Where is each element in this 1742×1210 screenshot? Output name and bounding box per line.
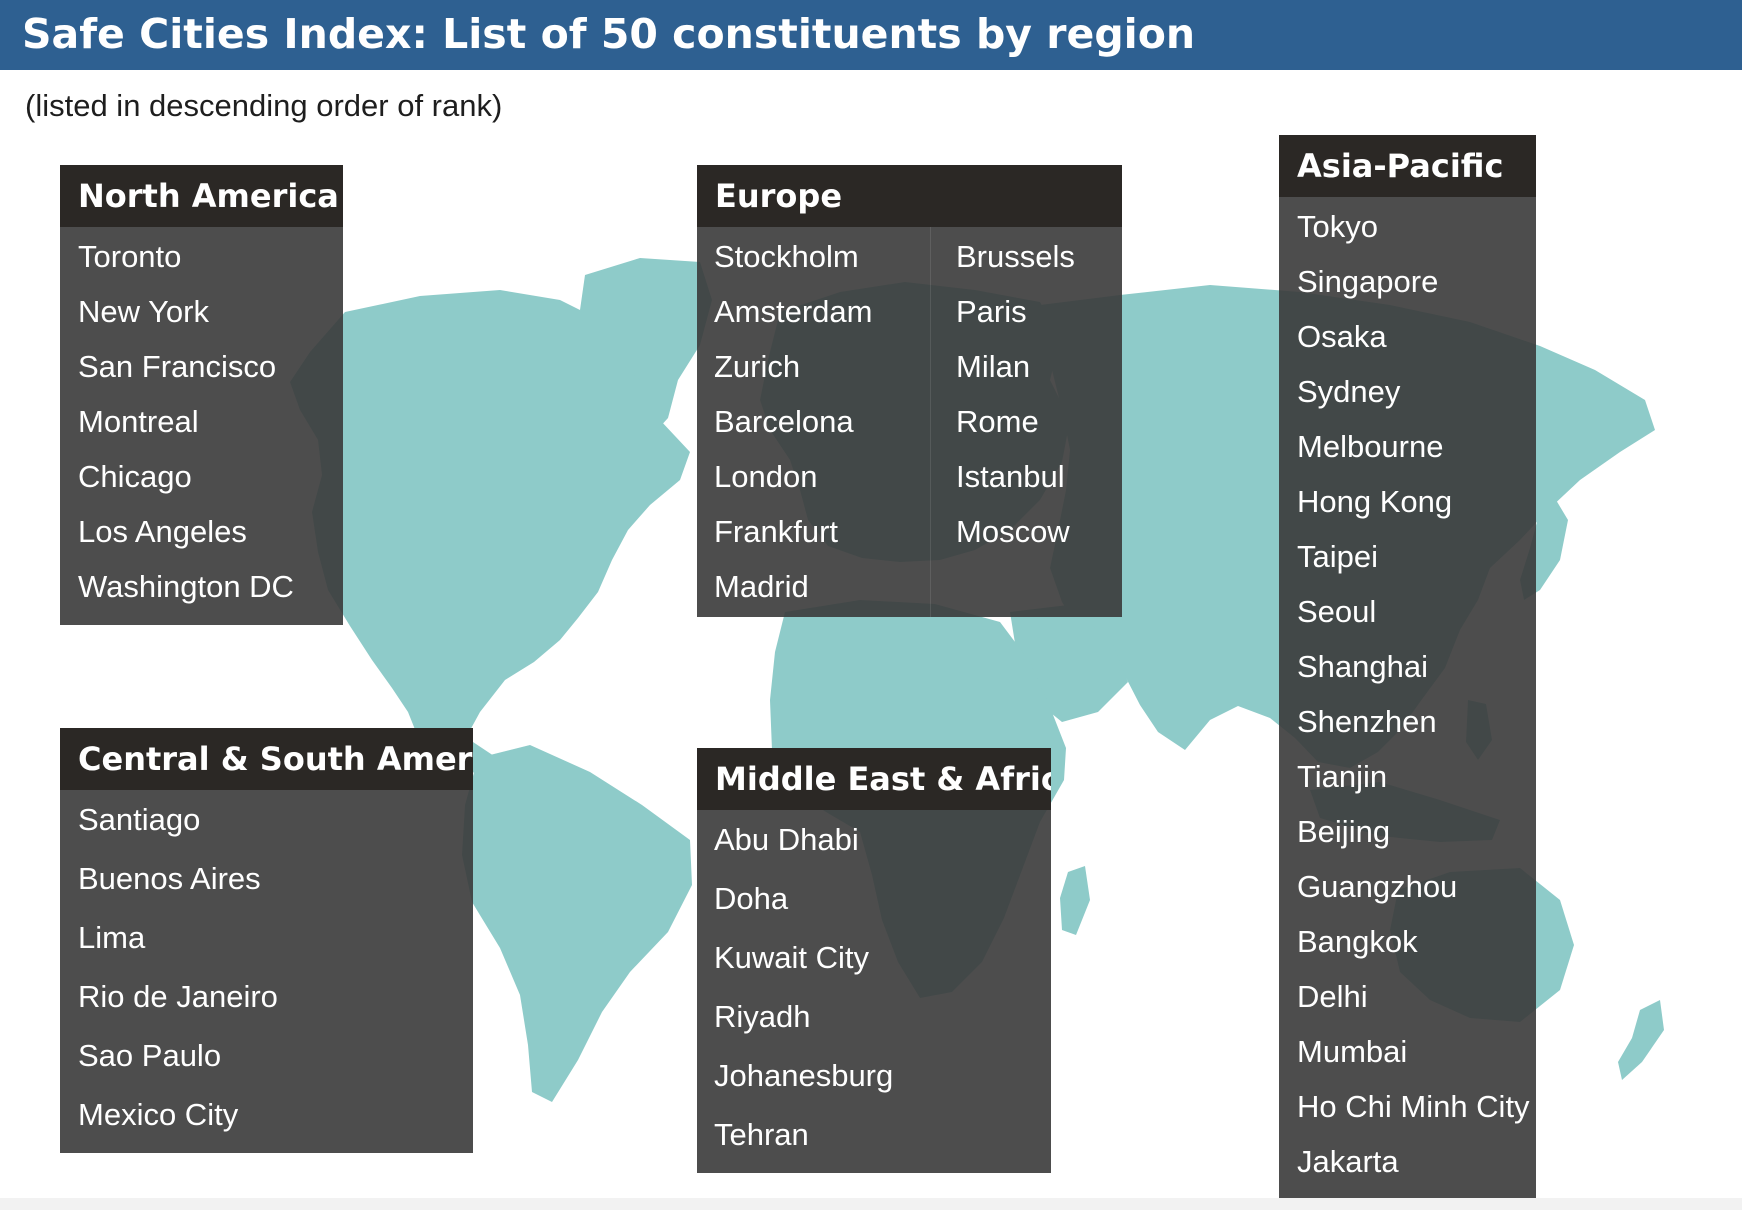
city-label: Sydney xyxy=(1297,374,1401,409)
safe-cities-map: Safe Cities Index: List of 50 constituen… xyxy=(0,0,1742,1210)
city-label: London xyxy=(714,459,818,494)
city-label: Madrid xyxy=(714,569,809,604)
city-label: Tokyo xyxy=(1297,209,1378,244)
city-label: Washington DC xyxy=(78,569,294,604)
region-panel-central-south-america: Central & South America Santiago Buenos … xyxy=(60,728,473,1153)
page-title: Safe Cities Index: List of 50 constituen… xyxy=(22,10,1196,58)
region-panel-europe: Europe Stockholm Amsterdam Zurich Barcel… xyxy=(697,165,1122,617)
city-label: Toronto xyxy=(78,239,182,274)
city-label: Paris xyxy=(956,294,1027,329)
city-label: Singapore xyxy=(1297,264,1439,299)
city-label: Guangzhou xyxy=(1297,869,1458,904)
city-label: Hong Kong xyxy=(1297,484,1453,519)
land-madagascar xyxy=(1060,866,1090,935)
city-label: Moscow xyxy=(956,514,1070,549)
city-label: Tianjin xyxy=(1297,759,1388,794)
city-label: Montreal xyxy=(78,404,199,439)
region-header-north-america: North America xyxy=(60,165,343,227)
city-label: Barcelona xyxy=(714,404,854,439)
city-label: Abu Dhabi xyxy=(714,822,859,857)
city-label: Shanghai xyxy=(1297,649,1429,684)
city-label: Jakarta xyxy=(1297,1144,1399,1179)
city-label: Frankfurt xyxy=(714,514,839,549)
city-label: Bangkok xyxy=(1297,924,1418,959)
region-panel-middle-east-africa: Middle East & Africa Abu Dhabi Doha Kuwa… xyxy=(697,748,1051,1173)
city-label: New York xyxy=(78,294,209,329)
city-label: Delhi xyxy=(1297,979,1368,1014)
city-label: Mumbai xyxy=(1297,1034,1408,1069)
region-header-central-south-america: Central & South America xyxy=(60,728,473,790)
city-label: Rome xyxy=(956,404,1039,439)
region-panel-asia-pacific: Asia-Pacific Tokyo Singapore Osaka Sydne… xyxy=(1279,135,1536,1200)
page-subtitle: (listed in descending order of rank) xyxy=(25,88,503,123)
city-label: Buenos Aires xyxy=(78,861,261,896)
city-label: Melbourne xyxy=(1297,429,1444,464)
city-label: Shenzhen xyxy=(1297,704,1437,739)
footer-strip xyxy=(0,1198,1742,1210)
region-header-middle-east-africa: Middle East & Africa xyxy=(697,748,1051,810)
land-new-zealand xyxy=(1618,1000,1664,1080)
city-label: Rio de Janeiro xyxy=(78,979,278,1014)
city-label: Tehran xyxy=(714,1117,809,1152)
city-label: Riyadh xyxy=(714,999,811,1034)
city-label: Osaka xyxy=(1297,319,1387,354)
region-panel-north-america: North America Toronto New York San Franc… xyxy=(60,165,343,625)
city-label: Seoul xyxy=(1297,594,1377,629)
city-label: Amsterdam xyxy=(714,294,873,329)
city-label: Los Angeles xyxy=(78,514,247,549)
city-label: Beijing xyxy=(1297,814,1391,849)
header-bar: Safe Cities Index: List of 50 constituen… xyxy=(0,0,1742,70)
city-label: Santiago xyxy=(78,802,201,837)
city-label: Kuwait City xyxy=(714,940,870,975)
land-south-america xyxy=(462,745,692,1102)
city-label: Taipei xyxy=(1297,539,1378,574)
city-label: Sao Paulo xyxy=(78,1038,222,1073)
city-label: Johanesburg xyxy=(714,1058,894,1093)
city-label: Doha xyxy=(714,881,789,916)
city-label: Mexico City xyxy=(78,1097,239,1132)
city-label: Istanbul xyxy=(956,459,1065,494)
region-header-europe: Europe xyxy=(697,165,1122,227)
region-header-asia-pacific: Asia-Pacific xyxy=(1279,135,1536,197)
city-label: Brussels xyxy=(956,239,1075,274)
city-label: Zurich xyxy=(714,349,801,384)
city-label: Stockholm xyxy=(714,239,859,274)
city-label: Lima xyxy=(78,920,146,955)
city-label: Ho Chi Minh City xyxy=(1297,1089,1530,1124)
city-label: Chicago xyxy=(78,459,192,494)
column-divider xyxy=(930,227,931,617)
city-label: San Francisco xyxy=(78,349,277,384)
city-label: Milan xyxy=(956,349,1031,384)
